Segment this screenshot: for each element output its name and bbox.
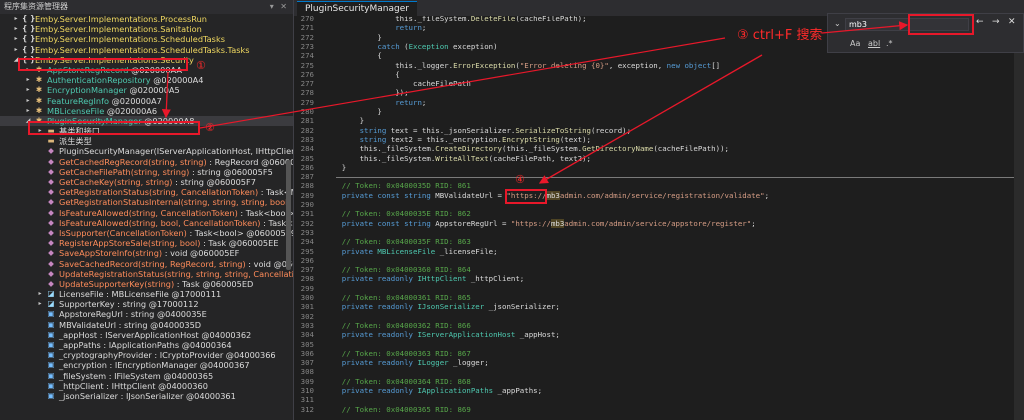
arrow-step1-to-step2 <box>161 71 171 119</box>
arrow-step3-to-step4 <box>538 54 763 184</box>
arrow-step2-to-step3 <box>199 37 726 129</box>
annotation-arrows <box>161 21 909 184</box>
arrow-step3-to-find <box>821 21 909 34</box>
